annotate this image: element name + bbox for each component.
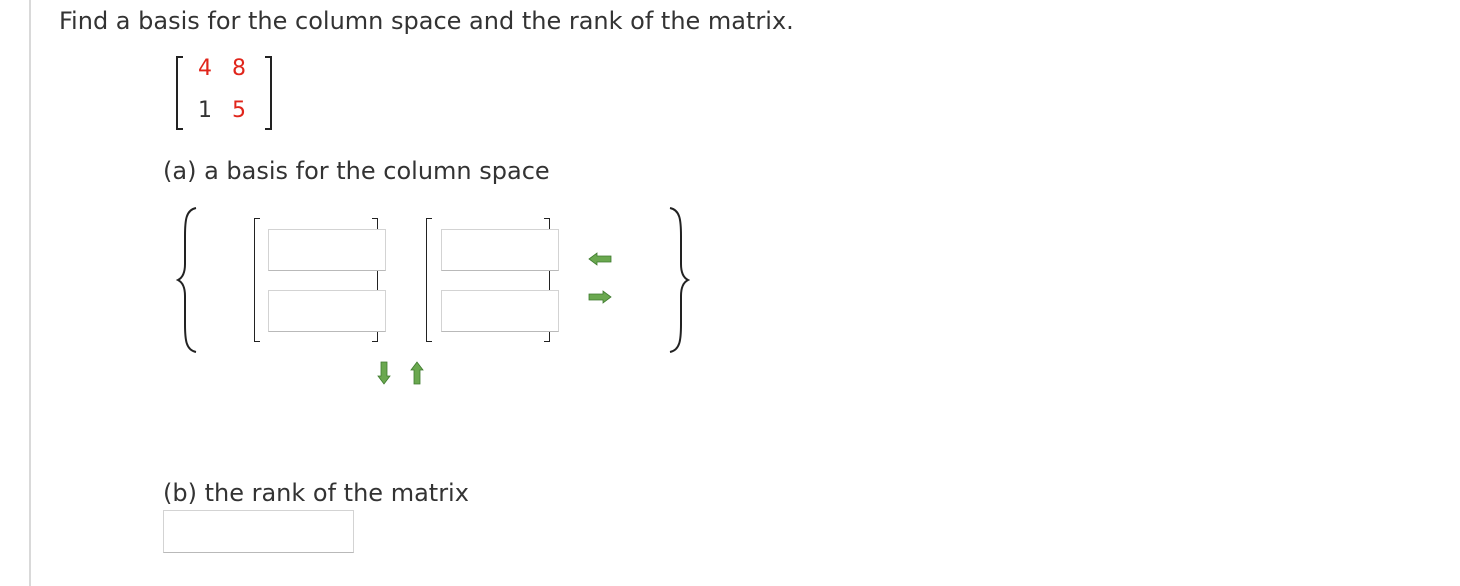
part-b-label: (b) the rank of the matrix: [163, 479, 469, 507]
matrix-cell-1-1: 4: [198, 56, 212, 81]
set-left-brace-icon: [176, 207, 197, 353]
arrow-down-icon[interactable]: [377, 361, 391, 385]
basis-vector-2: [426, 218, 559, 342]
vector-2-left-bracket: [426, 218, 432, 342]
vector-2-entry-1-input[interactable]: [441, 229, 559, 271]
vector-1-entry-1-input[interactable]: [268, 229, 386, 271]
arrow-right-icon[interactable]: [588, 290, 612, 304]
matrix-cell-2-2: 5: [232, 98, 246, 123]
matrix-cell-1-2: 8: [232, 56, 246, 81]
vector-2-entry-2-input[interactable]: [441, 290, 559, 332]
arrow-left-icon[interactable]: [588, 252, 612, 266]
left-border: [29, 0, 31, 586]
given-matrix: 4 8 1 5: [176, 56, 272, 130]
set-right-brace-icon: [669, 207, 690, 353]
vector-1-entry-2-input[interactable]: [268, 290, 386, 332]
part-a-label: (a) a basis for the column space: [163, 157, 550, 185]
basis-vector-1: [254, 218, 386, 342]
matrix-right-bracket: [265, 56, 272, 130]
question-text: Find a basis for the column space and th…: [59, 7, 794, 35]
rank-input[interactable]: [163, 510, 354, 553]
matrix-cell-2-1: 1: [198, 98, 212, 123]
arrow-up-icon[interactable]: [410, 361, 424, 385]
matrix-left-bracket: [176, 56, 183, 130]
vector-1-left-bracket: [254, 218, 260, 342]
